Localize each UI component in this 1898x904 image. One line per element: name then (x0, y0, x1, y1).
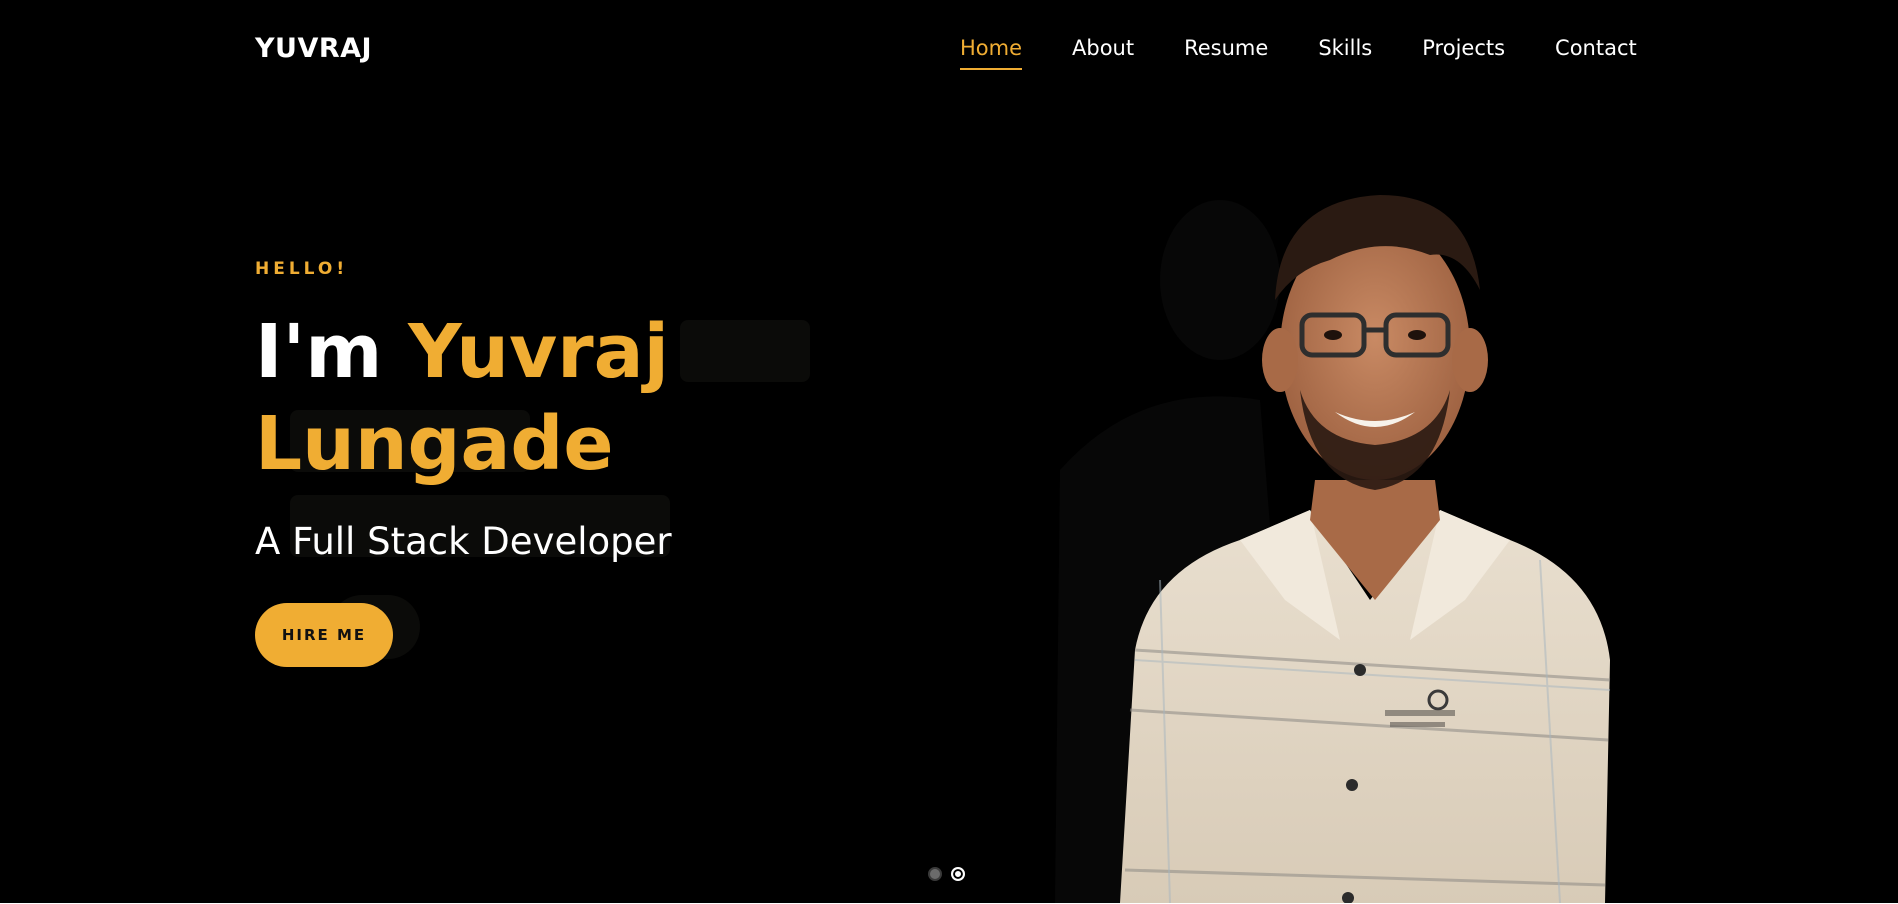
slider-dot-2[interactable] (951, 867, 965, 881)
hero-subtitle: A Full Stack Developer (255, 520, 672, 563)
hero-section: YUVRAJ Home About Resume Skills Projects… (0, 0, 1898, 903)
hero-heading: I'm Yuvraj Lungade (255, 306, 875, 490)
slider-dot-1[interactable] (928, 867, 942, 881)
hire-me-button[interactable]: HIRE ME (255, 603, 393, 667)
heading-intro: I'm (255, 309, 409, 395)
greeting-label: HELLO! (255, 259, 349, 279)
slider-dots (928, 867, 965, 881)
portrait-image (1120, 195, 1611, 903)
